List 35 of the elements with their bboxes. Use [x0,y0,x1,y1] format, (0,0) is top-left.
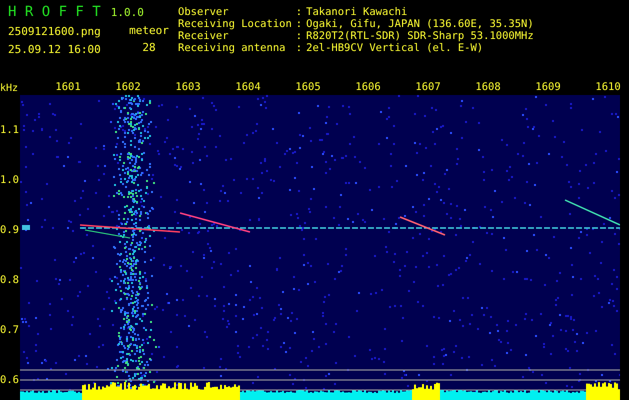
frequency-label: 1603 [174,81,202,93]
info-separator: : [296,42,302,54]
axis-label: 0.6 [0,374,19,386]
axis-label: 1.0 [0,174,19,186]
count-label: meteor [129,24,169,37]
info-label: Receiving Location [178,18,292,30]
axis-label: 0.9 [0,224,19,236]
frequency-label: 1602 [114,81,142,93]
info-label: Observer [178,6,230,18]
timestamp: 25.09.12 16:00 [8,43,102,56]
info-label: Receiver [178,30,230,42]
frequency-label: 1607 [414,81,442,93]
axis-label: 0.7 [0,324,19,336]
info-value: 2el-HB9CV Vertical (el. E-W) [306,42,484,54]
info-separator: : [296,6,302,18]
axis-label: 0.8 [0,274,19,286]
frequency-label: 1605 [294,81,322,93]
info-label: Receiving antenna [178,42,286,54]
frequency-label: 1609 [534,81,562,93]
app-name: H R O F F T [8,4,101,20]
meteor-count: 28 [142,41,156,54]
info-value: Ogaki, Gifu, JAPAN (136.60E, 35.35N) [306,18,534,30]
file-name: 2509121600.png [8,25,102,38]
version-label: 1.0.0 [110,6,144,19]
frequency-label: 1606 [354,81,382,93]
frequency-label: 1604 [234,81,262,93]
info-value: Takanori Kawachi [306,6,408,18]
info-value: R820T2(RTL-SDR) SDR-Sharp 53.1000MHz [306,30,534,42]
frequency-label: 1610 [594,81,622,93]
info-separator: : [296,30,302,42]
axis-label: 1.1 [0,124,19,136]
info-separator: : [296,18,302,30]
frequency-label: 1601 [54,81,82,93]
frequency-label: 1608 [474,81,502,93]
unit-label: kHz [0,83,18,95]
